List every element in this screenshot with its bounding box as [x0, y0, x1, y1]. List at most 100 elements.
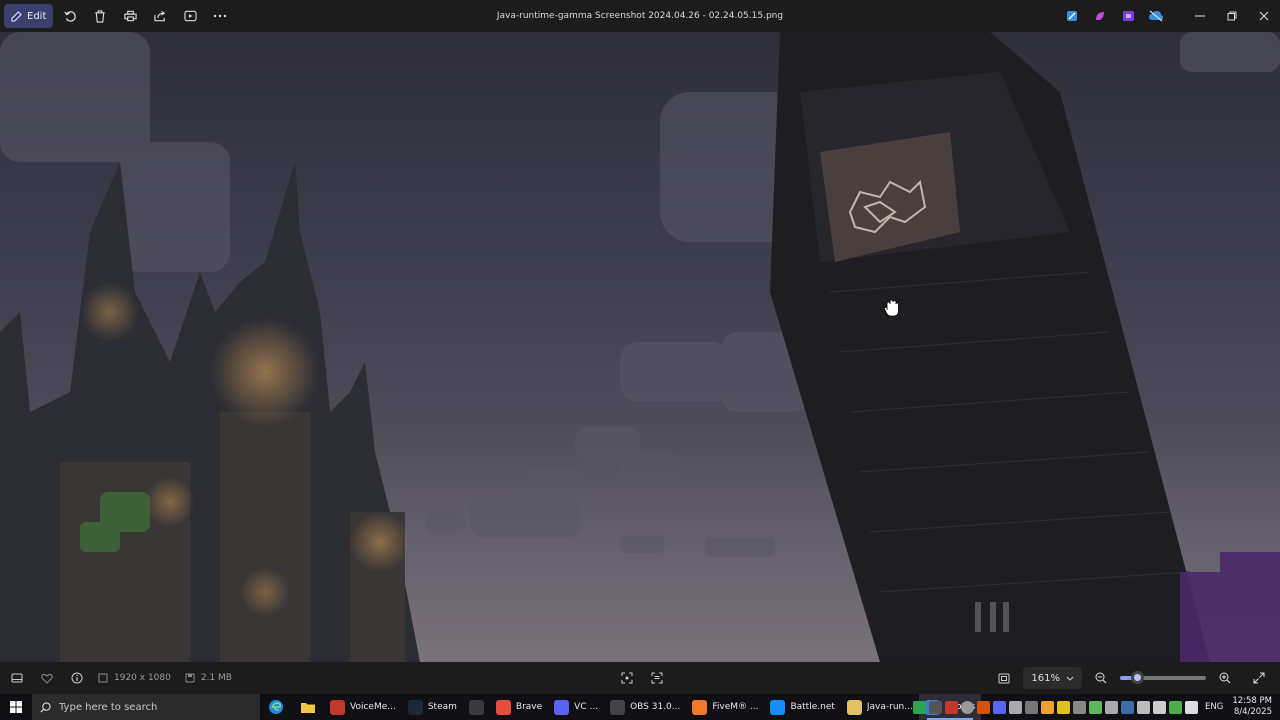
image-size-icon — [98, 673, 108, 683]
toolbar: Edit — [0, 4, 233, 28]
tray-app-icon[interactable] — [961, 700, 974, 714]
clipchamp-app-button[interactable] — [1114, 0, 1142, 32]
taskbar-app-button[interactable] — [463, 694, 490, 720]
cloud-sync-button[interactable] — [1142, 0, 1170, 32]
visual-search-button[interactable] — [612, 662, 642, 694]
photo-editor-app-button[interactable] — [1058, 0, 1086, 32]
search-icon — [40, 701, 51, 713]
taskbar-app-button[interactable]: VC ... — [548, 694, 604, 720]
taskbar-app-label: Brave — [515, 702, 543, 712]
headset-icon[interactable] — [929, 700, 942, 714]
status-bar: 1920 x 1080 2.1 MB 161% — [0, 662, 1280, 694]
taskbar-app-label: OBS 31.0... — [630, 702, 681, 712]
filmstrip-button[interactable] — [2, 662, 32, 694]
app-icon — [495, 699, 511, 715]
file-info-button[interactable] — [62, 662, 92, 694]
image-canvas[interactable] — [0, 32, 1280, 662]
slideshow-button[interactable] — [177, 4, 203, 28]
zoom-in-button[interactable] — [1210, 662, 1240, 694]
delete-button[interactable] — [87, 4, 113, 28]
volume-icon[interactable] — [1185, 700, 1198, 714]
app-icon — [770, 699, 786, 715]
taskbar-app-button[interactable]: FiveM® ... — [686, 694, 764, 720]
favorite-button[interactable] — [32, 662, 62, 694]
text-scan-icon — [651, 672, 663, 684]
fullscreen-button[interactable] — [1244, 662, 1274, 694]
designer-app-button[interactable] — [1086, 0, 1114, 32]
heart-icon — [41, 673, 53, 684]
zoom-controls: 161% — [989, 662, 1280, 694]
system-tray: ENG 12:58 PM 8/4/2025 — [913, 694, 1280, 720]
title-bar: Edit Java-runtime-gamma Screenshot 2024.… — [0, 0, 1280, 32]
zoom-out-icon — [1095, 672, 1107, 684]
print-icon — [124, 10, 137, 22]
tray-app-icon[interactable] — [1105, 700, 1118, 714]
language-indicator[interactable]: ENG — [1205, 702, 1223, 712]
folder-icon — [301, 702, 315, 713]
tray-app-icon[interactable] — [977, 700, 990, 714]
tray-app-icon[interactable] — [1057, 700, 1070, 714]
designer-icon — [1096, 12, 1104, 20]
edit-icon — [11, 10, 22, 22]
taskbar-search[interactable]: Type here to search — [32, 694, 260, 720]
taskbar-app-button[interactable]: VoiceMe... — [324, 694, 402, 720]
minimize-button[interactable] — [1184, 0, 1216, 32]
rotate-button[interactable] — [57, 4, 83, 28]
tray-app-icon[interactable] — [1089, 700, 1102, 714]
tray-app-icon[interactable] — [945, 700, 958, 714]
delete-icon — [95, 9, 106, 23]
edge-browser-icon — [269, 700, 283, 714]
tray-app-icon[interactable] — [1009, 700, 1022, 714]
expand-icon — [1253, 672, 1265, 684]
tray-app-icon[interactable] — [1025, 700, 1038, 714]
filmstrip-icon — [11, 673, 23, 683]
taskbar-clock[interactable]: 12:58 PM 8/4/2025 — [1232, 696, 1272, 718]
taskbar-app-button[interactable]: Java-run... — [841, 694, 919, 720]
taskbar-file-explorer[interactable] — [292, 694, 324, 720]
image-dimensions: 1920 x 1080 — [98, 673, 171, 683]
taskbar-app-label: Java-run... — [866, 702, 913, 712]
print-button[interactable] — [117, 4, 143, 28]
taskbar-app-button[interactable]: OBS 31.0... — [604, 694, 686, 720]
tray-app-icon[interactable] — [1041, 700, 1054, 714]
app-icon — [330, 699, 345, 715]
maximize-button[interactable] — [1216, 0, 1248, 32]
ocr-button[interactable] — [642, 662, 672, 694]
clipchamp-icon — [1122, 11, 1134, 21]
tray-app-icon[interactable] — [913, 700, 926, 714]
rotate-icon — [64, 10, 76, 22]
taskbar-app-button[interactable]: Steam — [402, 694, 463, 720]
taskbar-app-label: VoiceMe... — [350, 702, 396, 712]
more-icon — [214, 14, 227, 18]
zoom-dropdown[interactable]: 161% — [1023, 667, 1082, 689]
view-controls — [612, 662, 672, 694]
steam-tray-icon[interactable] — [1121, 700, 1134, 714]
zoom-out-button[interactable] — [1086, 662, 1116, 694]
clock-date: 8/4/2025 — [1233, 707, 1272, 717]
taskbar-app-button[interactable]: Battle.net — [764, 694, 840, 720]
taskbar-app-label: FiveM® ... — [712, 702, 759, 712]
zoom-slider-thumb[interactable] — [1131, 671, 1145, 684]
discord-tray-icon[interactable] — [993, 700, 1006, 714]
taskbar-apps: VoiceMe... Steam Brave VC ... OBS 31.0... Fiv… — [324, 694, 982, 720]
network-icon[interactable] — [1137, 700, 1150, 714]
microphone-icon[interactable] — [1153, 700, 1166, 714]
zoom-in-icon — [1219, 672, 1231, 684]
visual-search-icon — [621, 672, 633, 684]
share-button[interactable] — [147, 4, 173, 28]
start-button[interactable] — [0, 694, 32, 720]
close-icon — [1259, 11, 1269, 21]
zoom-slider[interactable] — [1120, 671, 1206, 684]
close-button[interactable] — [1248, 0, 1280, 32]
more-options-button[interactable] — [207, 4, 233, 28]
tray-app-icon[interactable] — [1073, 700, 1086, 714]
taskbar-app-button[interactable]: Brave — [490, 694, 548, 720]
taskbar-edge[interactable] — [260, 694, 292, 720]
tray-app-icon[interactable] — [1169, 700, 1182, 714]
edit-button[interactable]: Edit — [4, 4, 54, 28]
fit-to-window-button[interactable] — [989, 662, 1019, 694]
chevron-down-icon — [1066, 676, 1074, 681]
zoom-value: 161% — [1031, 672, 1060, 684]
windows-logo-icon — [10, 701, 22, 713]
minecraft-screenshot — [0, 32, 1280, 662]
